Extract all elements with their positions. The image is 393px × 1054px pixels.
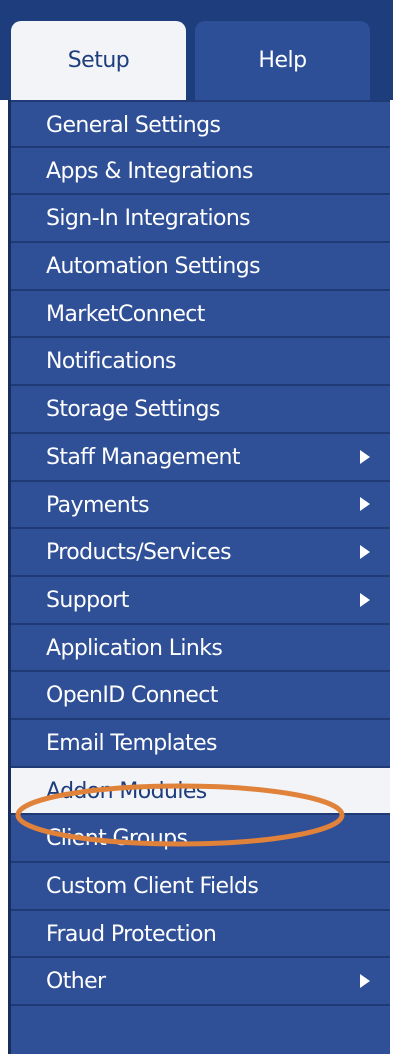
menu-item-addon-modules[interactable]: Addon Modules xyxy=(11,767,390,816)
menu-item-label: Storage Settings xyxy=(46,397,220,423)
menu-item-label: Other xyxy=(46,969,106,995)
submenu-arrow-icon xyxy=(360,545,370,560)
menu-item-label: OpenID Connect xyxy=(46,683,218,709)
top-nav-bar: Setup Help xyxy=(0,0,393,100)
menu-item-label: MarketConnect xyxy=(46,301,205,327)
menu-item-sign-in-integrations[interactable]: Sign-In Integrations xyxy=(11,195,390,244)
menu-item-storage-settings[interactable]: Storage Settings xyxy=(11,386,390,434)
menu-item-label: Client Groups xyxy=(46,826,188,852)
menu-item-openid-connect[interactable]: OpenID Connect xyxy=(11,672,390,720)
setup-dropdown-menu: General Settings Apps & Integrations Sign-… xyxy=(8,100,390,1054)
menu-item-staff-management[interactable]: Staff Management xyxy=(11,434,390,482)
menu-item-products-services[interactable]: Products/Services xyxy=(11,529,390,577)
submenu-arrow-icon xyxy=(360,449,370,464)
menu-item-label: Notifications xyxy=(46,349,177,375)
menu-item-label: Products/Services xyxy=(46,540,232,566)
menu-item-label: General Settings xyxy=(46,113,221,138)
menu-item-label: Custom Client Fields xyxy=(46,874,259,899)
menu-item-other[interactable]: Other xyxy=(11,958,390,1007)
tab-setup[interactable]: Setup xyxy=(11,21,186,100)
submenu-arrow-icon xyxy=(360,592,370,607)
menu-item-support[interactable]: Support xyxy=(11,577,390,625)
menu-item-client-groups[interactable]: Client Groups xyxy=(11,815,390,863)
menu-item-payments[interactable]: Payments xyxy=(11,482,390,530)
menu-item-fraud-protection[interactable]: Fraud Protection xyxy=(11,911,390,959)
menu-item-apps-integrations[interactable]: Apps & Integrations xyxy=(11,148,390,196)
menu-item-label: Apps & Integrations xyxy=(46,158,253,184)
menu-item-label: Addon Modules xyxy=(46,778,207,804)
menu-item-notifications[interactable]: Notifications xyxy=(11,338,390,387)
menu-item-custom-client-fields[interactable]: Custom Client Fields xyxy=(11,863,390,911)
menu-item-automation-settings[interactable]: Automation Settings xyxy=(11,243,390,291)
menu-item-application-links[interactable]: Application Links xyxy=(11,625,390,673)
submenu-arrow-icon xyxy=(360,497,370,512)
menu-item-label: Staff Management xyxy=(46,444,240,470)
menu-item-label: Application Links xyxy=(46,635,223,661)
menu-item-label: Automation Settings xyxy=(46,254,261,280)
menu-item-label: Sign-In Integrations xyxy=(46,206,251,232)
menu-item-label: Payments xyxy=(46,492,150,518)
menu-item-label: Email Templates xyxy=(46,730,217,756)
menu-item-general-settings[interactable]: General Settings xyxy=(11,100,390,148)
menu-item-email-templates[interactable]: Email Templates xyxy=(11,720,390,768)
submenu-arrow-icon xyxy=(360,974,370,989)
menu-item-label: Fraud Protection xyxy=(46,921,217,947)
menu-item-marketconnect[interactable]: MarketConnect xyxy=(11,291,390,339)
menu-item-label: Support xyxy=(46,587,129,613)
tab-help[interactable]: Help xyxy=(195,21,370,100)
